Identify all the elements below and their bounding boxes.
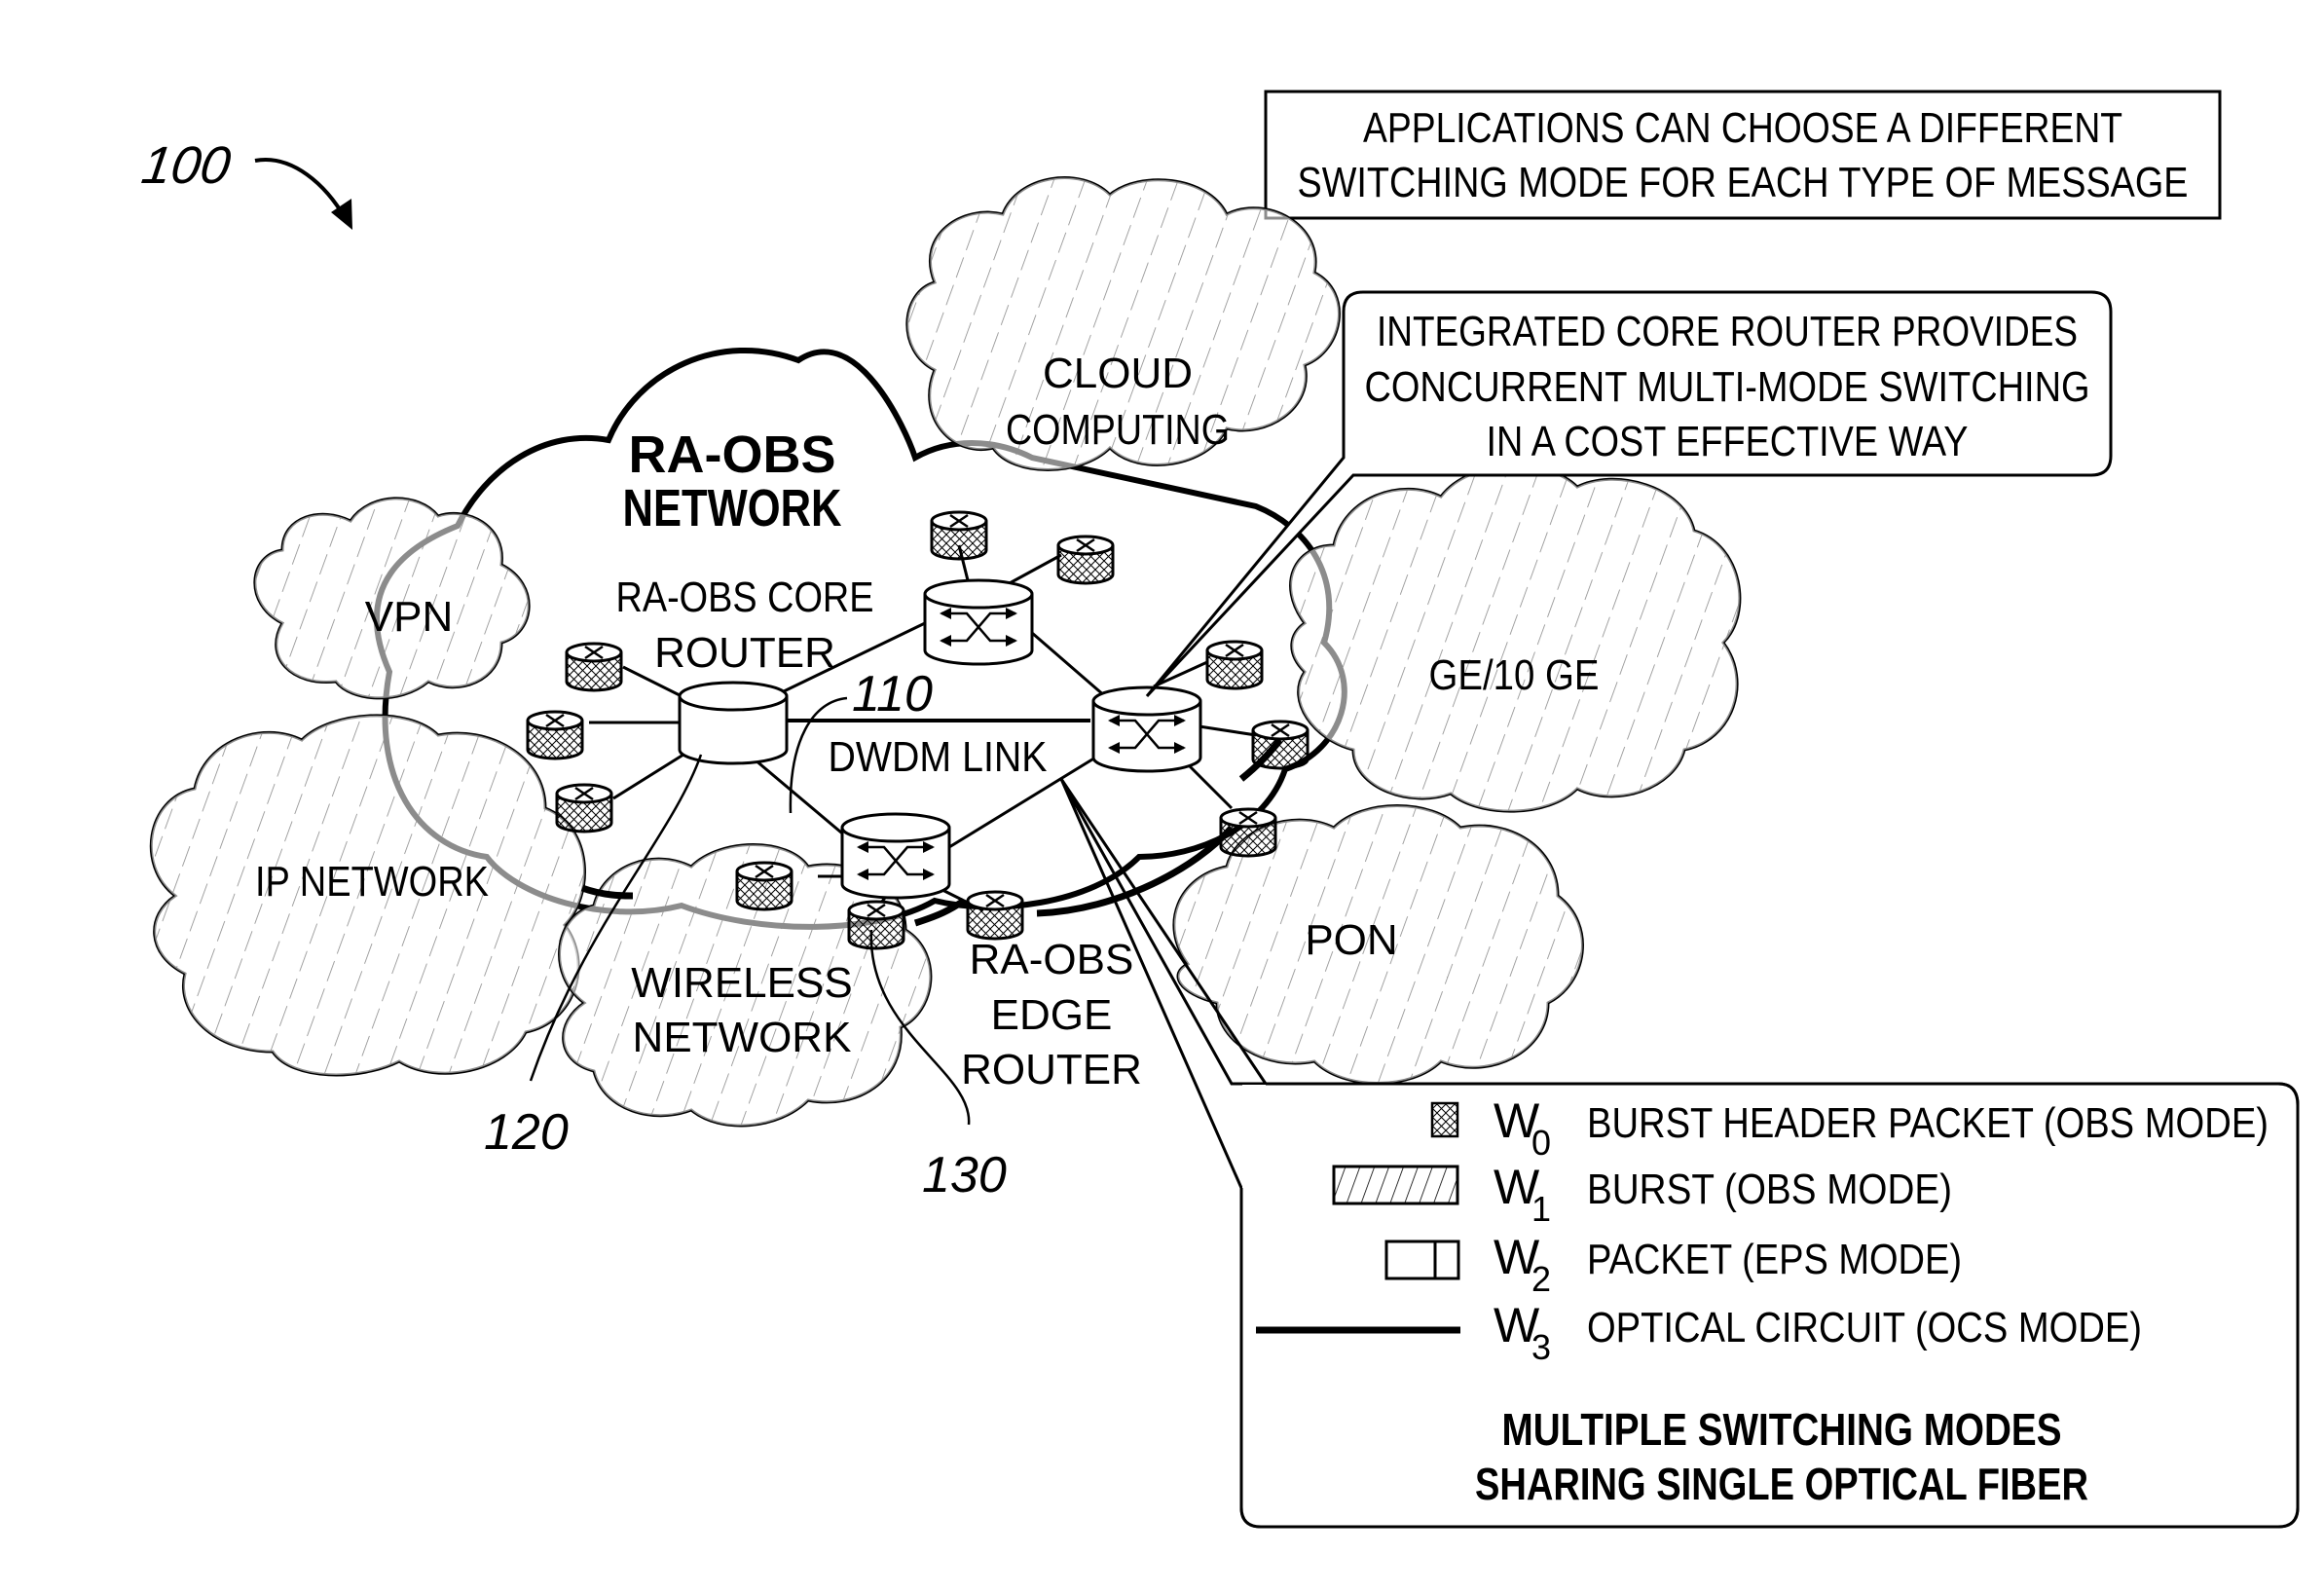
cloud-computing-label-line1: CLOUD xyxy=(1043,350,1193,397)
edge-router-ref-label: 130 xyxy=(922,1147,1007,1203)
cloud-computing-label-line2: COMPUTING xyxy=(1006,406,1230,454)
figure-number: 100 xyxy=(138,136,234,195)
legend-label: PACKET (EPS MODE) xyxy=(1587,1236,1962,1283)
ra-obs-edge-router xyxy=(1056,535,1115,585)
top-note-line1: APPLICATIONS CAN CHOOSE A DIFFERENT xyxy=(1363,104,2122,152)
legend-subscript: 3 xyxy=(1531,1327,1551,1367)
cloud-ge: GE/10 GE xyxy=(1289,464,1742,813)
integrated-core-router xyxy=(923,578,1034,666)
network-diagram: 100 APPLICATIONS CAN CHOOSE A DIFFERENT … xyxy=(138,90,2300,1529)
legend-swatch-split-box-icon xyxy=(1384,1240,1460,1280)
ra-obs-edge-router xyxy=(847,900,905,950)
vpn-label: VPN xyxy=(365,593,453,641)
ra-obs-edge-router xyxy=(1251,720,1310,770)
legend-subscript: 2 xyxy=(1531,1259,1551,1299)
ra-obs-edge-router xyxy=(555,783,613,833)
reference-arrow-icon xyxy=(254,158,348,220)
pon-label: PON xyxy=(1305,916,1397,964)
ra-obs-edge-router xyxy=(565,642,623,692)
integrated-core-router xyxy=(840,812,951,900)
legend-label: BURST (OBS MODE) xyxy=(1587,1166,1952,1213)
network-title-line1: RA-OBS xyxy=(629,426,836,484)
core-router-ref-label: 110 xyxy=(852,666,933,722)
core-router-label-line2: ROUTER xyxy=(654,629,835,677)
ip-network-label: IP NETWORK xyxy=(255,858,489,906)
ge-label: GE/10 GE xyxy=(1429,651,1600,699)
network-title-line2: NETWORK xyxy=(623,479,842,537)
ra-obs-edge-router xyxy=(1205,640,1264,690)
ra-obs-core-router xyxy=(678,681,789,765)
core-router-label-line1: RA-OBS CORE xyxy=(616,574,874,621)
legend-footer-line1: MULTIPLE SWITCHING MODES xyxy=(1502,1404,2062,1455)
legend-label: BURST HEADER PACKET (OBS MODE) xyxy=(1587,1099,2269,1147)
legend-footer-line2: SHARING SINGLE OPTICAL FIBER xyxy=(1475,1459,2088,1509)
wireless-label-line2: NETWORK xyxy=(633,1014,852,1061)
edge-router-label-line3: ROUTER xyxy=(961,1046,1142,1093)
edge-router-label-line2: EDGE xyxy=(991,991,1113,1039)
dwdm-link-label: DWDM LINK xyxy=(829,733,1048,781)
callout-line2: CONCURRENT MULTI-MODE SWITCHING xyxy=(1365,363,2090,411)
top-note: APPLICATIONS CAN CHOOSE A DIFFERENT SWIT… xyxy=(1264,90,2222,220)
legend-swatch-hatch-icon xyxy=(1332,1165,1459,1205)
legend-swatch-crosshatch-icon xyxy=(1430,1101,1459,1138)
legend-subscript: 0 xyxy=(1531,1123,1551,1163)
figure-reference: 100 xyxy=(138,136,352,230)
wireless-label-line1: WIRELESS xyxy=(631,959,852,1007)
ra-obs-edge-router xyxy=(930,510,988,561)
ra-obs-edge-router xyxy=(735,861,793,911)
legend-subscript: 1 xyxy=(1531,1189,1551,1229)
cloud-vpn: VPN xyxy=(253,497,531,700)
ring-ref-label: 120 xyxy=(484,1104,569,1161)
ra-obs-edge-router xyxy=(526,710,584,760)
top-note-line2: SWITCHING MODE FOR EACH TYPE OF MESSAGE xyxy=(1298,159,2189,206)
edge-router-label-line1: RA-OBS xyxy=(970,936,1134,983)
ra-obs-edge-router xyxy=(966,890,1024,941)
legend-label: OPTICAL CIRCUIT (OCS MODE) xyxy=(1587,1304,2142,1351)
cloud-cloud-computing: CLOUD COMPUTING xyxy=(905,176,1341,471)
integrated-core-router xyxy=(1091,685,1202,773)
cloud-ip-network: IP NETWORK xyxy=(149,714,586,1077)
callout-line3: IN A COST EFFECTIVE WAY xyxy=(1487,418,1969,465)
ra-obs-edge-router xyxy=(1219,807,1277,858)
callout-line1: INTEGRATED CORE ROUTER PROVIDES xyxy=(1377,308,2078,355)
